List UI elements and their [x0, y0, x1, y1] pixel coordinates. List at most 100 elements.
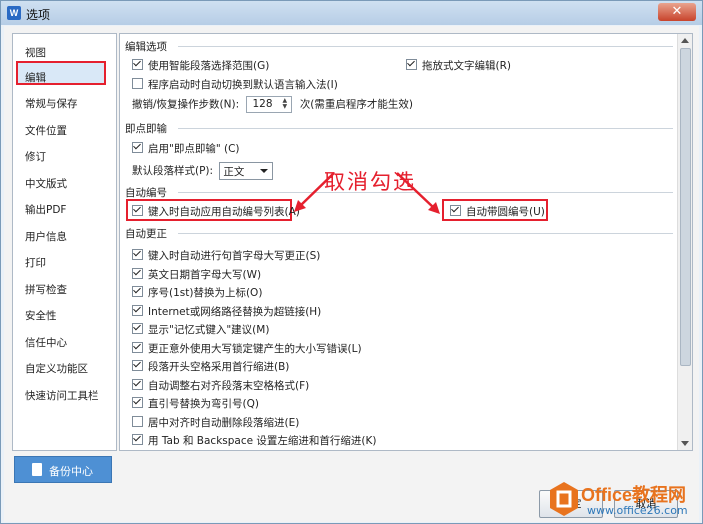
checkbox-checked[interactable]: [132, 249, 143, 260]
paragraph-style-label: 默认段落样式(P):: [132, 165, 214, 177]
checkbox-checked[interactable]: [132, 378, 143, 390]
scroll-up-arrow-icon[interactable]: [681, 38, 689, 43]
sidebar-item-output-pdf[interactable]: 输出PDF: [25, 202, 66, 217]
spinner-arrows-icon[interactable]: ▲ ▼: [282, 98, 290, 110]
auto-correct-option[interactable]: 英文日期首字母大写(W): [132, 267, 261, 282]
option-label: 启用"即点即输" (C): [148, 143, 240, 155]
drag-edit-option[interactable]: 拖放式文字编辑(R): [406, 58, 511, 73]
options-dialog: W 选项 ✕ 视图 编辑 常规与保存 文件位置 修订 中文版式 输出PDF 用户…: [0, 0, 703, 524]
section-divider: [178, 233, 673, 234]
title-bar[interactable]: W 选项 ✕: [1, 1, 702, 25]
auto-ime-option[interactable]: 程序启动时自动切换到默认语言输入法(I): [132, 77, 338, 92]
checkbox-checked[interactable]: [132, 434, 143, 445]
checkbox-checked[interactable]: [132, 59, 143, 70]
sidebar-item-security[interactable]: 安全性: [25, 308, 57, 323]
sidebar-item-revision[interactable]: 修订: [25, 149, 46, 164]
scroll-down-arrow-icon[interactable]: [681, 441, 689, 446]
watermark-url: www.office26.com: [587, 504, 688, 517]
chevron-down-icon: [260, 169, 269, 173]
checkbox-checked[interactable]: [132, 267, 143, 279]
backup-center-label: 备份中心: [49, 465, 93, 478]
section-title-edit-options: 编辑选项: [125, 41, 167, 53]
paragraph-style-value: 正文: [223, 166, 245, 178]
option-label: 用 Tab 和 Backspace 设置左缩进和首行缩进(K): [148, 435, 377, 447]
paragraph-style-dropdown[interactable]: 正文: [219, 162, 274, 180]
panel-scrollbar[interactable]: [677, 34, 692, 450]
auto-correct-option[interactable]: 自动调整右对齐段落末空格格式(F): [132, 378, 309, 393]
checkbox-checked[interactable]: [132, 397, 143, 408]
checkbox-unchecked[interactable]: [132, 78, 143, 89]
sidebar-item-user-info[interactable]: 用户信息: [25, 229, 67, 244]
option-label: 自动调整右对齐段落末空格格式(F): [148, 379, 310, 392]
checkbox-checked[interactable]: [132, 142, 143, 153]
checkbox-checked[interactable]: [132, 323, 143, 334]
option-label: 使用智能段落选择范围(G): [148, 60, 270, 72]
window-title: 选项: [26, 8, 51, 22]
scroll-thumb[interactable]: [680, 48, 691, 366]
option-label: 程序启动时自动切换到默认语言输入法(I): [148, 79, 338, 91]
auto-correct-option[interactable]: 居中对齐时自动删除段落缩进(E): [132, 415, 299, 430]
option-label: 自动带圆编号(U): [466, 206, 545, 218]
sidebar-item-file-location[interactable]: 文件位置: [25, 123, 67, 138]
sidebar-item-customize-ribbon[interactable]: 自定义功能区: [25, 361, 88, 376]
options-sidebar: 视图 编辑 常规与保存 文件位置 修订 中文版式 输出PDF 用户信息 打印 拼…: [12, 33, 117, 451]
close-button[interactable]: ✕: [658, 3, 696, 21]
checkbox-checked[interactable]: [132, 341, 143, 353]
checkbox-checked[interactable]: [132, 286, 143, 297]
office-logo-icon: [550, 482, 578, 516]
circled-number-option[interactable]: 自动带圆编号(U): [450, 204, 545, 219]
auto-correct-option[interactable]: 键入时自动进行句首字母大写更正(S): [132, 248, 320, 263]
enable-click-and-type-option[interactable]: 启用"即点即输" (C): [132, 141, 240, 156]
edit-options-panel: 编辑选项 使用智能段落选择范围(G) 拖放式文字编辑(R) 程序启动时自动切换到…: [119, 33, 693, 451]
smart-select-option[interactable]: 使用智能段落选择范围(G): [132, 58, 269, 73]
option-label: 序号(1st)替换为上标(O): [148, 287, 263, 299]
backup-center-button[interactable]: 备份中心: [14, 456, 112, 483]
option-label: Internet或网络路径替换为超链接(H): [148, 305, 322, 318]
checkbox-checked[interactable]: [132, 205, 143, 216]
checkbox-checked[interactable]: [450, 205, 461, 216]
backup-icon: [32, 463, 42, 476]
sidebar-item-quick-access-toolbar[interactable]: 快速访问工具栏: [25, 388, 99, 403]
auto-correct-option[interactable]: 段落开头空格采用首行缩进(B): [132, 359, 289, 374]
option-label: 显示"记忆式键入"建议(M): [148, 324, 270, 336]
option-label: 拖放式文字编辑(R): [422, 60, 511, 72]
section-title-auto-numbering: 自动编号: [125, 187, 167, 199]
sidebar-item-spell-check[interactable]: 拼写检查: [25, 282, 67, 297]
auto-correct-option[interactable]: 显示"记忆式键入"建议(M): [132, 322, 269, 337]
auto-correct-option[interactable]: 直引号替换为弯引号(Q): [132, 396, 259, 411]
sidebar-item-edit[interactable]: 编辑: [25, 70, 46, 85]
sidebar-item-view[interactable]: 视图: [25, 45, 46, 60]
auto-correct-option[interactable]: 更正意外使用大写锁定键产生的大小写错误(L): [132, 341, 362, 356]
undo-steps-suffix: 次(需重启程序才能生效): [299, 98, 414, 111]
sidebar-item-general-save[interactable]: 常规与保存: [25, 96, 78, 111]
checkbox-checked[interactable]: [406, 59, 417, 70]
undo-steps-label: 撤销/恢复操作步数(N):: [132, 98, 240, 111]
auto-correct-option[interactable]: Internet或网络路径替换为超链接(H): [132, 304, 321, 319]
sidebar-item-chinese-layout[interactable]: 中文版式: [25, 176, 67, 191]
undo-steps-value: 128: [252, 98, 273, 110]
watermark: Office教程网 www.office26.com: [549, 479, 703, 523]
checkbox-checked[interactable]: [132, 360, 143, 371]
option-label: 居中对齐时自动删除段落缩进(E): [148, 416, 300, 429]
section-title-auto-correct: 自动更正: [125, 228, 167, 240]
option-label: 键入时自动应用自动编号列表(A): [148, 206, 300, 218]
checkbox-unchecked[interactable]: [132, 415, 143, 427]
checkbox-checked[interactable]: [132, 304, 143, 316]
sidebar-item-trust-center[interactable]: 信任中心: [25, 335, 67, 350]
sidebar-item-print[interactable]: 打印: [25, 255, 46, 270]
paragraph-style-row: 默认段落样式(P): 正文: [132, 162, 274, 180]
option-label: 英文日期首字母大写(W): [148, 268, 262, 281]
section-divider: [178, 192, 673, 193]
option-label: 直引号替换为弯引号(Q): [148, 398, 259, 410]
option-label: 段落开头空格采用首行缩进(B): [148, 361, 290, 373]
undo-steps-spinner[interactable]: 128 ▲ ▼: [246, 96, 293, 113]
auto-correct-option[interactable]: 序号(1st)替换为上标(O): [132, 285, 262, 300]
auto-numbered-list-option[interactable]: 键入时自动应用自动编号列表(A): [132, 204, 300, 219]
section-divider: [178, 128, 673, 129]
annotation-uncheck: 取消勾选: [324, 170, 416, 194]
undo-steps-row: 撤销/恢复操作步数(N): 128 ▲ ▼ 次(需重启程序才能生效): [132, 96, 413, 113]
option-label: 更正意外使用大写锁定键产生的大小写错误(L): [148, 342, 362, 355]
section-divider: [178, 46, 673, 47]
dialog-client-area: 视图 编辑 常规与保存 文件位置 修订 中文版式 输出PDF 用户信息 打印 拼…: [4, 26, 699, 522]
auto-correct-option[interactable]: 用 Tab 和 Backspace 设置左缩进和首行缩进(K): [132, 433, 377, 448]
